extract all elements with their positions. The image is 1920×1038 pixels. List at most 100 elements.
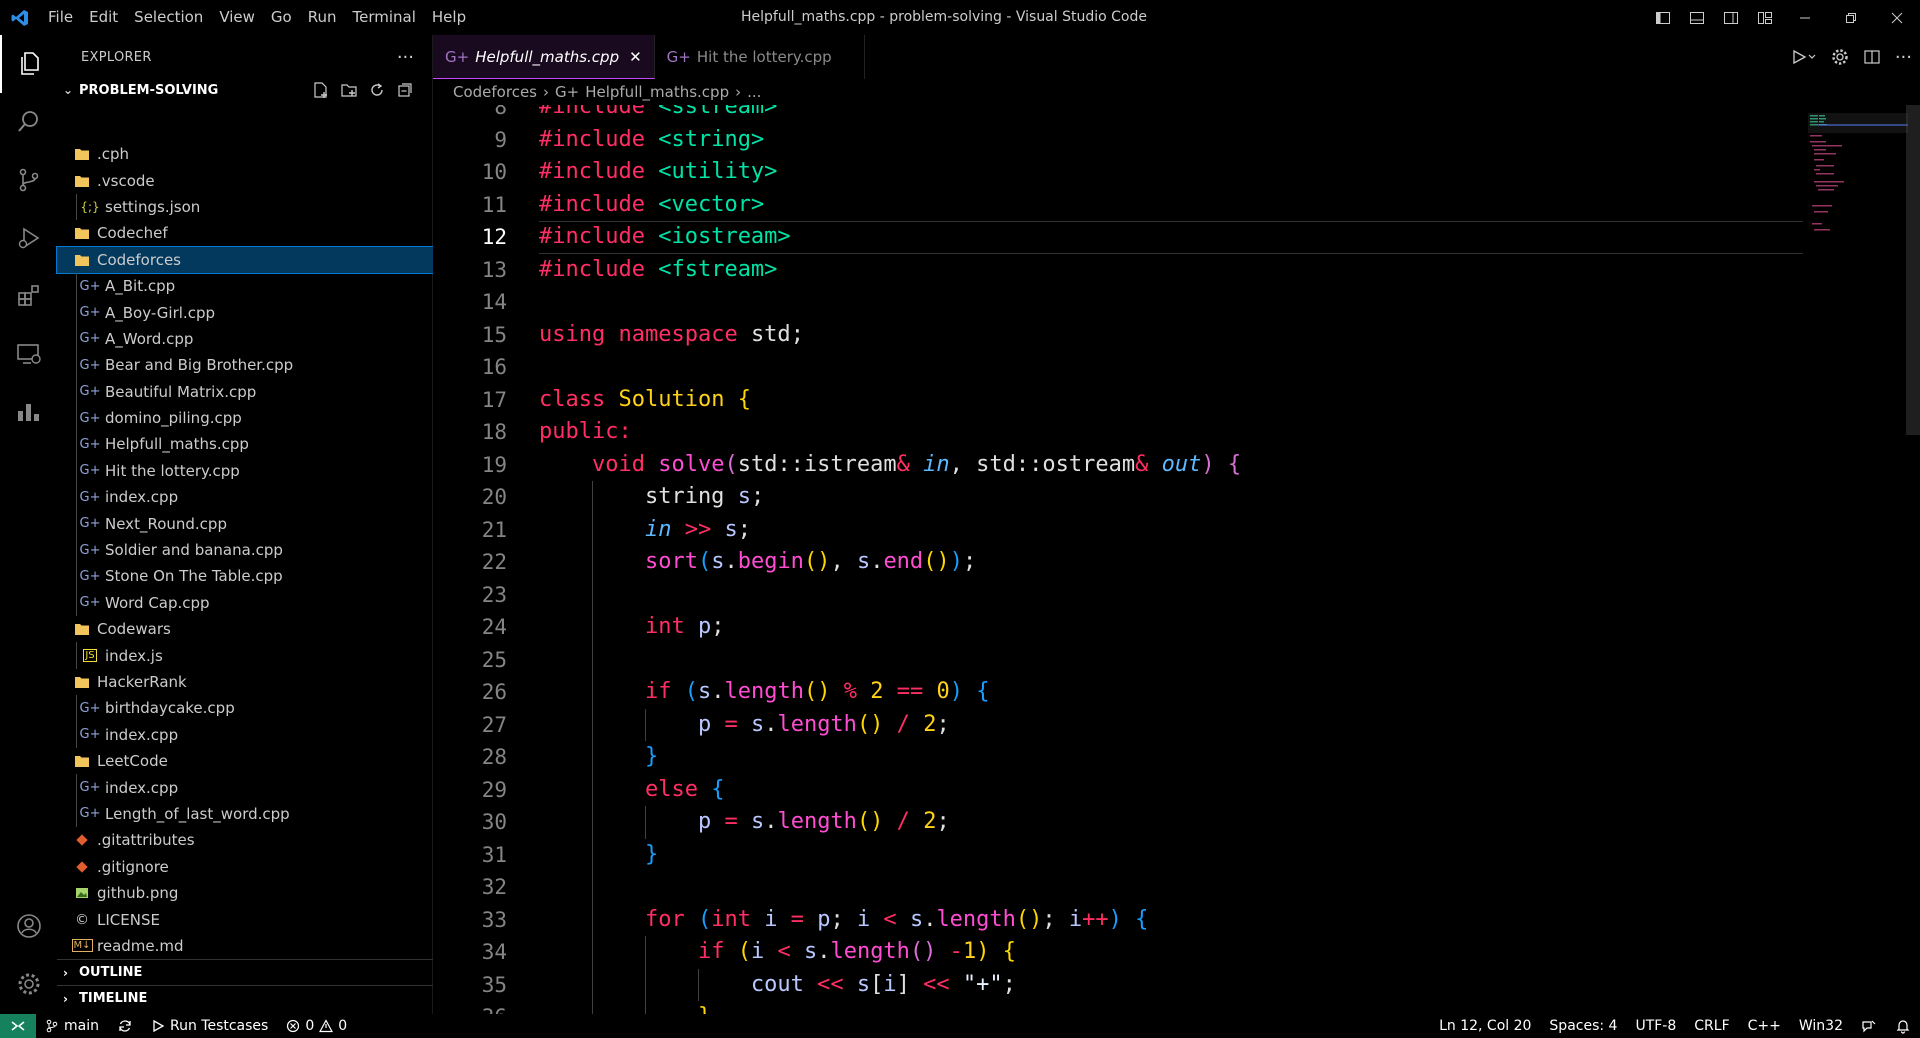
- tree-item-folder[interactable]: Codeforces: [56, 245, 434, 274]
- code-line[interactable]: 14: [433, 286, 1803, 319]
- code-line[interactable]: 8 #include <sstream>: [433, 105, 1803, 124]
- menu-terminal[interactable]: Terminal: [345, 0, 424, 35]
- indentation[interactable]: Spaces: 4: [1540, 1018, 1626, 1034]
- code-line[interactable]: 19 void solve(std::istream& in, std::ost…: [433, 449, 1803, 482]
- menu-edit[interactable]: Edit: [81, 0, 126, 35]
- tree-item-cpp[interactable]: G+ birthdaycake.cpp: [57, 695, 433, 722]
- tab-active[interactable]: G+ Helpfull_maths.cpp ✕: [433, 35, 655, 79]
- split-editor-icon[interactable]: [1863, 48, 1881, 66]
- tree-item-cpp[interactable]: G+ index.cpp: [57, 484, 433, 511]
- run-code-icon[interactable]: [1791, 48, 1817, 66]
- menu-run[interactable]: Run: [300, 0, 345, 35]
- code-line[interactable]: 30 p = s.length() / 2;: [433, 806, 1803, 839]
- tree-item-cpp[interactable]: G+ Helpfull_maths.cpp: [57, 431, 433, 458]
- sync-button[interactable]: [108, 1019, 142, 1033]
- tree-item-folder[interactable]: .cph: [57, 141, 433, 167]
- code-line[interactable]: 29 else {: [433, 774, 1803, 807]
- search-icon[interactable]: [0, 93, 57, 151]
- platform[interactable]: Win32: [1790, 1018, 1852, 1034]
- tree-item-cpp[interactable]: G+ Bear and Big Brother.cpp: [57, 352, 433, 379]
- tree-item-json[interactable]: {;} settings.json: [57, 193, 433, 221]
- tree-item-cpp[interactable]: G+ Stone On The Table.cpp: [57, 563, 433, 590]
- tree-item-cpp[interactable]: G+ index.cpp: [57, 774, 433, 801]
- tree-item-git[interactable]: .gitignore: [57, 854, 433, 880]
- run-testcases-button[interactable]: Run Testcases: [142, 1018, 277, 1034]
- code-editor[interactable]: 8 #include <sstream> 9 #include <string> 10 #…: [433, 105, 1803, 1015]
- tree-item-cpp[interactable]: G+ A_Bit.cpp: [57, 272, 433, 300]
- feedback-button[interactable]: [1852, 1018, 1886, 1034]
- code-line[interactable]: 36 }: [433, 1001, 1803, 1015]
- code-line[interactable]: 21 in >> s;: [433, 514, 1803, 547]
- menu-help[interactable]: Help: [424, 0, 474, 35]
- code-line[interactable]: 34 if (i < s.length() -1) {: [433, 936, 1803, 969]
- settings-gear-icon[interactable]: [0, 955, 57, 1013]
- extensions-icon[interactable]: [0, 267, 57, 325]
- code-line[interactable]: 26 if (s.length() % 2 == 0) {: [433, 676, 1803, 709]
- code-line[interactable]: 9 #include <string>: [433, 124, 1803, 157]
- menu-view[interactable]: View: [211, 0, 263, 35]
- menu-file[interactable]: File: [40, 0, 81, 35]
- accounts-icon[interactable]: [0, 897, 57, 955]
- code-line[interactable]: 28 }: [433, 741, 1803, 774]
- close-icon[interactable]: ✕: [629, 48, 642, 66]
- gear-icon[interactable]: [1831, 48, 1849, 66]
- tree-item-cpp[interactable]: G+ Word Cap.cpp: [57, 589, 433, 617]
- source-control-icon[interactable]: [0, 151, 57, 209]
- tree-item-cpp[interactable]: G+ A_Word.cpp: [57, 325, 433, 353]
- code-line[interactable]: 17 class Solution {: [433, 384, 1803, 417]
- code-line[interactable]: 13 #include <fstream>: [433, 254, 1803, 287]
- more-actions-icon[interactable]: ···: [397, 47, 414, 68]
- close-window-icon[interactable]: [1874, 0, 1920, 35]
- end-of-line[interactable]: CRLF: [1685, 1018, 1738, 1034]
- tree-item-js[interactable]: JS index.js: [57, 642, 433, 669]
- code-line[interactable]: 33 for (int i = p; i < s.length(); i++) …: [433, 904, 1803, 937]
- breadcrumb-item[interactable]: Helpfull_maths.cpp: [585, 83, 729, 101]
- tree-item-cpp[interactable]: G+ Next_Round.cpp: [57, 510, 433, 537]
- code-line[interactable]: 11 #include <vector>: [433, 189, 1803, 222]
- run-and-debug-icon[interactable]: [0, 209, 57, 267]
- new-file-icon[interactable]: [312, 81, 330, 99]
- breadcrumb-item[interactable]: ...: [747, 83, 761, 101]
- minimap[interactable]: [1808, 105, 1920, 1015]
- code-line[interactable]: 20 string s;: [433, 481, 1803, 514]
- timeline-section[interactable]: › TIMELINE: [57, 985, 433, 1011]
- tree-item-cpp[interactable]: G+ domino_piling.cpp: [57, 404, 433, 432]
- customize-layout-icon[interactable]: [1748, 0, 1782, 35]
- code-line[interactable]: 24 int p;: [433, 611, 1803, 644]
- remote-indicator-icon[interactable]: [0, 1014, 36, 1038]
- outline-section[interactable]: › OUTLINE: [57, 959, 433, 985]
- minimize-icon[interactable]: [1782, 0, 1828, 35]
- toggle-secondary-sidebar-icon[interactable]: [1714, 0, 1748, 35]
- code-line[interactable]: 22 sort(s.begin(), s.end());: [433, 546, 1803, 579]
- code-line[interactable]: 35 cout << s[i] << "+";: [433, 969, 1803, 1002]
- editor-scrollbar[interactable]: [1906, 105, 1920, 435]
- code-line[interactable]: 27 p = s.length() / 2;: [433, 709, 1803, 742]
- code-line[interactable]: 18 public:: [433, 416, 1803, 449]
- explorer-icon[interactable]: [0, 35, 57, 93]
- tree-item-folder[interactable]: Codechef: [57, 220, 433, 246]
- refresh-icon[interactable]: [368, 81, 386, 99]
- problems-indicator[interactable]: 0 0: [277, 1018, 356, 1034]
- collapse-all-icon[interactable]: [396, 81, 414, 99]
- toggle-primary-sidebar-icon[interactable]: [1646, 0, 1680, 35]
- code-line[interactable]: 16: [433, 351, 1803, 384]
- notifications-button[interactable]: [1886, 1018, 1920, 1034]
- tree-item-folder[interactable]: LeetCode: [57, 748, 433, 774]
- language-mode[interactable]: C++: [1739, 1018, 1790, 1034]
- encoding[interactable]: UTF-8: [1626, 1018, 1685, 1034]
- tree-item-cpp[interactable]: G+ Length_of_last_word.cpp: [57, 800, 433, 828]
- tree-item-markdown[interactable]: M↓ readme.md: [57, 933, 433, 959]
- tree-item-git[interactable]: .gitattributes: [57, 827, 433, 853]
- tree-item-cpp[interactable]: G+ Beautiful Matrix.cpp: [57, 378, 433, 405]
- tree-item-image[interactable]: github.png: [57, 880, 433, 906]
- chart-icon[interactable]: [0, 383, 57, 441]
- code-line[interactable]: 15 using namespace std;: [433, 319, 1803, 352]
- tree-item-cpp[interactable]: G+ index.cpp: [57, 721, 433, 748]
- code-line[interactable]: 32: [433, 871, 1803, 904]
- menu-selection[interactable]: Selection: [126, 0, 211, 35]
- tree-item-cpp[interactable]: G+ Hit the lottery.cpp: [57, 457, 433, 485]
- toggle-panel-icon[interactable]: [1680, 0, 1714, 35]
- remote-explorer-icon[interactable]: [0, 325, 57, 383]
- tree-item-cpp[interactable]: G+ A_Boy-Girl.cpp: [57, 299, 433, 326]
- menu-go[interactable]: Go: [263, 0, 300, 35]
